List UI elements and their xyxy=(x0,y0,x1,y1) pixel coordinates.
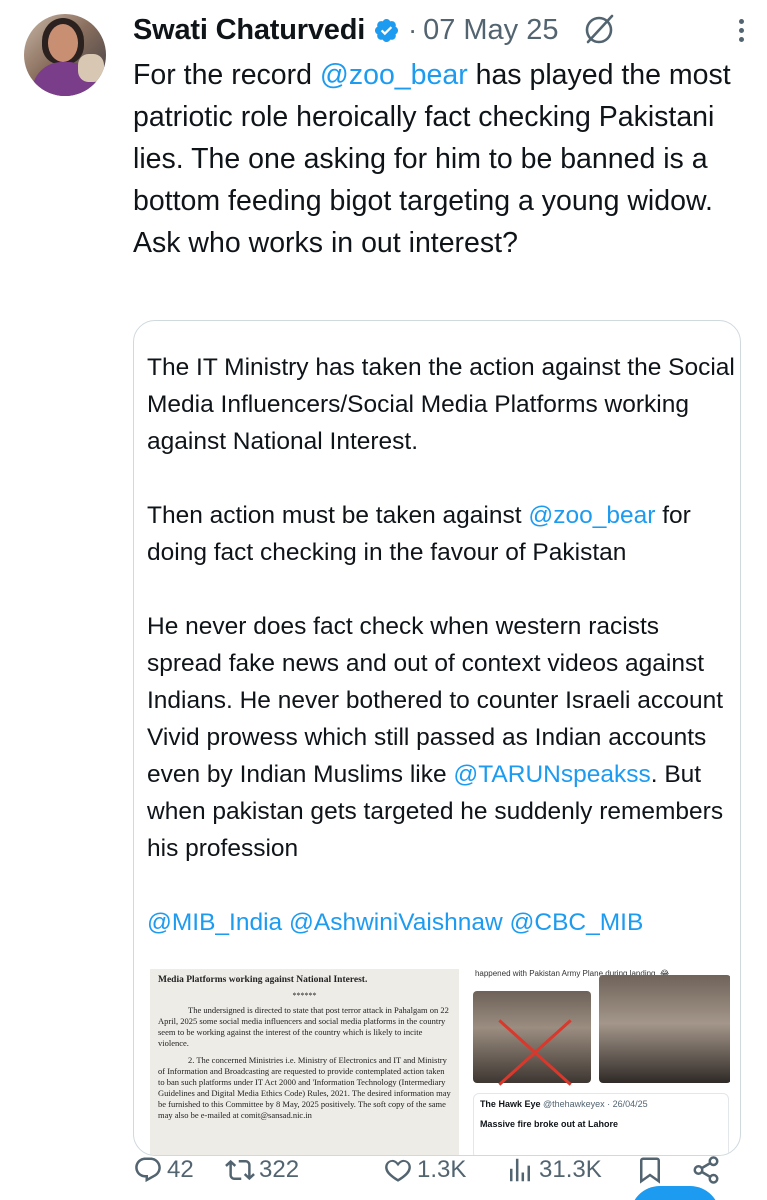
share-button[interactable] xyxy=(691,1155,721,1185)
views-count: 31.3K xyxy=(539,1156,602,1183)
bookmark-button[interactable] xyxy=(635,1155,665,1185)
embedded-tweet-card: The Hawk Eye @thehawkeyex · 26/04/25 Mas… xyxy=(472,1093,729,1155)
tweet-header: Swati Chaturvedi · 07 May 25 xyxy=(133,10,755,50)
quoted-tweet[interactable]: The IT Ministry has taken the action aga… xyxy=(133,320,741,1156)
repost-icon xyxy=(225,1159,255,1181)
repost-button[interactable]: 322 xyxy=(225,1155,299,1185)
mention-links[interactable]: @MIB_India @AshwiniVaishnaw @CBC_MIB xyxy=(147,904,737,941)
avatar-face xyxy=(48,24,78,62)
document-image[interactable]: Media Platforms working against National… xyxy=(150,969,459,1155)
bookmark-icon xyxy=(640,1157,660,1184)
reply-count: 42 xyxy=(167,1156,194,1183)
heart-icon xyxy=(385,1159,411,1182)
quoted-tweet-text: The IT Ministry has taken the action aga… xyxy=(147,349,737,941)
screenshot-image[interactable]: happened with Pakistan Army Plane during… xyxy=(470,969,730,1155)
tweet-date[interactable]: 07 May 25 xyxy=(423,14,558,47)
views-icon xyxy=(510,1158,530,1182)
card-headline: Massive fire broke out at Lahore xyxy=(479,1119,618,1129)
reply-button[interactable]: 42 xyxy=(133,1155,194,1185)
card-author: The Hawk Eye xyxy=(479,1099,541,1109)
quote-text-part: Then action must be taken against xyxy=(147,502,529,529)
card-handle: @thehawkeyex · 26/04/25 xyxy=(542,1099,648,1109)
views-button[interactable]: 31.3K xyxy=(505,1155,602,1185)
action-bar: 42 322 1.3K 31.3K xyxy=(133,1150,733,1190)
mention-link[interactable]: @zoo_bear xyxy=(320,59,468,91)
quote-paragraph: He never does fact check when western ra… xyxy=(147,608,737,867)
like-button[interactable]: 1.3K xyxy=(383,1155,466,1185)
like-count: 1.3K xyxy=(417,1156,467,1183)
quoted-media[interactable]: Media Platforms working against National… xyxy=(150,969,730,1155)
tweet-text-part: For the record xyxy=(133,59,320,91)
author-name[interactable]: Swati Chaturvedi xyxy=(133,14,365,47)
avatar-dog xyxy=(78,54,104,82)
video-thumbnail xyxy=(598,975,730,1083)
verified-badge-icon xyxy=(375,18,399,42)
document-stars: ****** xyxy=(292,991,317,1000)
quote-paragraph: Then action must be taken against @zoo_b… xyxy=(147,497,737,571)
more-options-icon[interactable] xyxy=(727,12,755,48)
share-icon xyxy=(693,1156,719,1184)
document-paragraph: 2. The concerned Ministries i.e. Ministr… xyxy=(158,1055,451,1120)
reply-icon xyxy=(135,1157,161,1183)
video-thumbnail xyxy=(472,991,591,1086)
grok-icon[interactable] xyxy=(581,12,617,48)
repost-count: 322 xyxy=(259,1156,300,1183)
mention-link[interactable]: @TARUNspeakss xyxy=(453,761,650,788)
separator-dot: · xyxy=(408,14,418,45)
avatar[interactable] xyxy=(24,14,106,96)
mention-link[interactable]: @zoo_bear xyxy=(528,502,655,529)
document-heading: Media Platforms working against National… xyxy=(158,975,368,985)
document-paragraph: The undersigned is directed to state tha… xyxy=(158,1005,449,1048)
tweet-text: For the record @zoo_bear has played the … xyxy=(133,54,743,264)
quote-paragraph: The IT Ministry has taken the action aga… xyxy=(147,354,735,455)
